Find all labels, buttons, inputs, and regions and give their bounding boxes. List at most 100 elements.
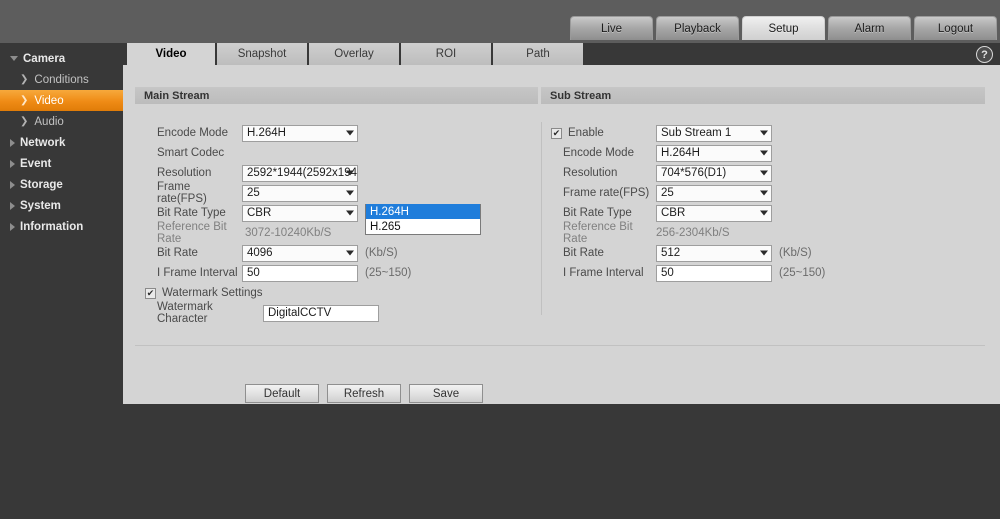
sidebar-item-event[interactable]: Event xyxy=(0,153,123,174)
sub-stream-enable-checkbox[interactable]: ✔ xyxy=(551,127,562,139)
tab-overlay[interactable]: Overlay xyxy=(309,43,401,65)
main-smart-codec-label: Smart Codec xyxy=(157,147,225,159)
default-button[interactable]: Default xyxy=(245,384,319,403)
main-bit-rate-unit: (Kb/S) xyxy=(365,247,398,259)
sub-bit-rate-type-select[interactable]: CBR xyxy=(656,204,772,222)
help-icon[interactable]: ? xyxy=(976,46,993,63)
sub-stream-enable-label: Enable xyxy=(568,127,604,139)
main-encode-mode-label: Encode Mode xyxy=(157,127,228,139)
nav-button-live[interactable]: Live xyxy=(570,16,653,40)
footer-button-row: Default Refresh Save xyxy=(245,384,483,403)
tab-video[interactable]: Video xyxy=(127,43,217,65)
sidebar-item-video[interactable]: ❯ Video xyxy=(0,90,123,111)
main-reference-bit-rate-value: 3072-10240Kb/S xyxy=(245,227,332,239)
nav-button-setup[interactable]: Setup xyxy=(742,16,825,40)
main-bit-rate-type-label: Bit Rate Type xyxy=(157,207,226,219)
sidebar: Camera ❯ Conditions ❯ Video ❯ Audio Netw… xyxy=(0,43,123,519)
sidebar-item-system[interactable]: System xyxy=(0,195,123,216)
sub-stream-select[interactable]: Sub Stream 1 xyxy=(656,124,772,142)
row-main-encode-mode: Encode Mode H.264H xyxy=(157,123,358,143)
chevron-down-icon xyxy=(346,190,354,196)
refresh-button-label: Refresh xyxy=(343,387,385,400)
row-sub-bit-rate-type: Bit Rate Type CBR xyxy=(563,203,772,223)
row-watermark-settings: ✔ Watermark Settings xyxy=(145,283,263,303)
triangle-right-icon xyxy=(10,180,15,189)
main-encode-mode-value: H.264H xyxy=(247,127,286,139)
chevron-right-icon: ❯ xyxy=(20,74,29,85)
main-resolution-select[interactable]: 2592*1944(2592x1944) xyxy=(242,164,358,182)
sub-bit-rate-select[interactable]: 512 xyxy=(656,244,772,262)
main-frame-rate-select[interactable]: 25 xyxy=(242,184,358,202)
nav-button-logout[interactable]: Logout xyxy=(914,16,997,40)
sub-reference-bit-rate-label: Reference Bit Rate xyxy=(563,221,633,245)
nav-button-alarm[interactable]: Alarm xyxy=(828,16,911,40)
column-divider xyxy=(541,122,542,315)
horizontal-divider xyxy=(135,345,985,346)
sub-bit-rate-type-label: Bit Rate Type xyxy=(563,207,632,219)
sub-encode-mode-select[interactable]: H.264H xyxy=(656,144,772,162)
top-nav-buttons: Live Playback Setup Alarm Logout xyxy=(570,16,997,40)
triangle-down-icon xyxy=(10,56,18,61)
main-i-frame-interval-range: (25~150) xyxy=(365,267,412,279)
sidebar-item-storage[interactable]: Storage xyxy=(0,174,123,195)
main-resolution-value: 2592*1944(2592x1944) xyxy=(247,167,358,179)
chevron-right-icon: ❯ xyxy=(20,95,29,106)
row-main-bit-rate: Bit Rate 4096 (Kb/S) xyxy=(157,243,398,263)
watermark-character-input[interactable]: DigitalCCTV xyxy=(263,304,379,322)
sidebar-item-network-label: Network xyxy=(20,136,66,149)
triangle-right-icon xyxy=(10,222,15,231)
sidebar-item-information[interactable]: Information xyxy=(0,216,123,237)
sidebar-item-event-label: Event xyxy=(20,157,52,170)
chevron-down-icon xyxy=(760,190,768,196)
chevron-down-icon xyxy=(346,130,354,136)
tab-strip: Video Snapshot Overlay ROI Path ? xyxy=(123,43,1000,65)
main-bit-rate-value: 4096 xyxy=(247,247,273,259)
sidebar-item-audio[interactable]: ❯ Audio xyxy=(0,111,123,132)
nav-button-playback[interactable]: Playback xyxy=(656,16,739,40)
help-icon-glyph: ? xyxy=(981,48,988,61)
tab-roi[interactable]: ROI xyxy=(401,43,493,65)
chevron-down-icon xyxy=(760,250,768,256)
sidebar-item-storage-label: Storage xyxy=(20,178,63,191)
sidebar-item-conditions[interactable]: ❯ Conditions xyxy=(0,69,123,90)
encode-mode-dropdown-list[interactable]: H.264H H.265 xyxy=(365,204,481,235)
sidebar-item-conditions-label: Conditions xyxy=(34,73,89,86)
sidebar-item-network[interactable]: Network xyxy=(0,132,123,153)
sub-i-frame-interval-range: (25~150) xyxy=(779,267,826,279)
watermark-settings-checkbox[interactable]: ✔ xyxy=(145,287,156,299)
chevron-down-icon xyxy=(760,130,768,136)
sub-resolution-select[interactable]: 704*576(D1) xyxy=(656,164,772,182)
refresh-button[interactable]: Refresh xyxy=(327,384,401,403)
tab-snapshot[interactable]: Snapshot xyxy=(217,43,309,65)
encode-mode-option-h265[interactable]: H.265 xyxy=(366,219,480,234)
sub-stream-select-value: Sub Stream 1 xyxy=(661,127,732,139)
sidebar-item-camera[interactable]: Camera xyxy=(0,48,123,69)
triangle-right-icon xyxy=(10,201,15,210)
encode-mode-option-h264h[interactable]: H.264H xyxy=(366,204,480,219)
sub-i-frame-interval-input[interactable]: 50 xyxy=(656,264,772,282)
nav-button-live-label: Live xyxy=(600,22,623,35)
main-i-frame-interval-input[interactable]: 50 xyxy=(242,264,358,282)
sub-reference-bit-rate-value: 256-2304Kb/S xyxy=(656,227,730,239)
row-sub-i-frame-interval: I Frame Interval 50 (25~150) xyxy=(563,263,825,283)
sub-frame-rate-select[interactable]: 25 xyxy=(656,184,772,202)
default-button-label: Default xyxy=(263,387,301,400)
main-bit-rate-select[interactable]: 4096 xyxy=(242,244,358,262)
tab-overlay-label: Overlay xyxy=(334,48,374,60)
main-encode-mode-select[interactable]: H.264H xyxy=(242,124,358,142)
row-sub-resolution: Resolution 704*576(D1) xyxy=(563,163,772,183)
row-sub-frame-rate: Frame rate(FPS) 25 xyxy=(563,183,772,203)
main-i-frame-interval-label: I Frame Interval xyxy=(157,267,238,279)
watermark-character-label: Watermark Character xyxy=(157,301,213,325)
main-bit-rate-type-select[interactable]: CBR xyxy=(242,204,358,222)
tab-path[interactable]: Path xyxy=(493,43,585,65)
save-button[interactable]: Save xyxy=(409,384,483,403)
row-main-frame-rate: Frame rate(FPS) 25 xyxy=(157,181,358,205)
watermark-character-value: DigitalCCTV xyxy=(268,307,332,319)
tab-roi-label: ROI xyxy=(435,48,457,60)
chevron-down-icon xyxy=(346,210,354,216)
row-sub-enable: ✔ Enable Sub Stream 1 xyxy=(551,123,772,143)
sub-stream-section-header: Sub Stream xyxy=(541,87,985,104)
top-bar: Live Playback Setup Alarm Logout xyxy=(0,0,1000,43)
checkmark-icon: ✔ xyxy=(552,127,561,138)
